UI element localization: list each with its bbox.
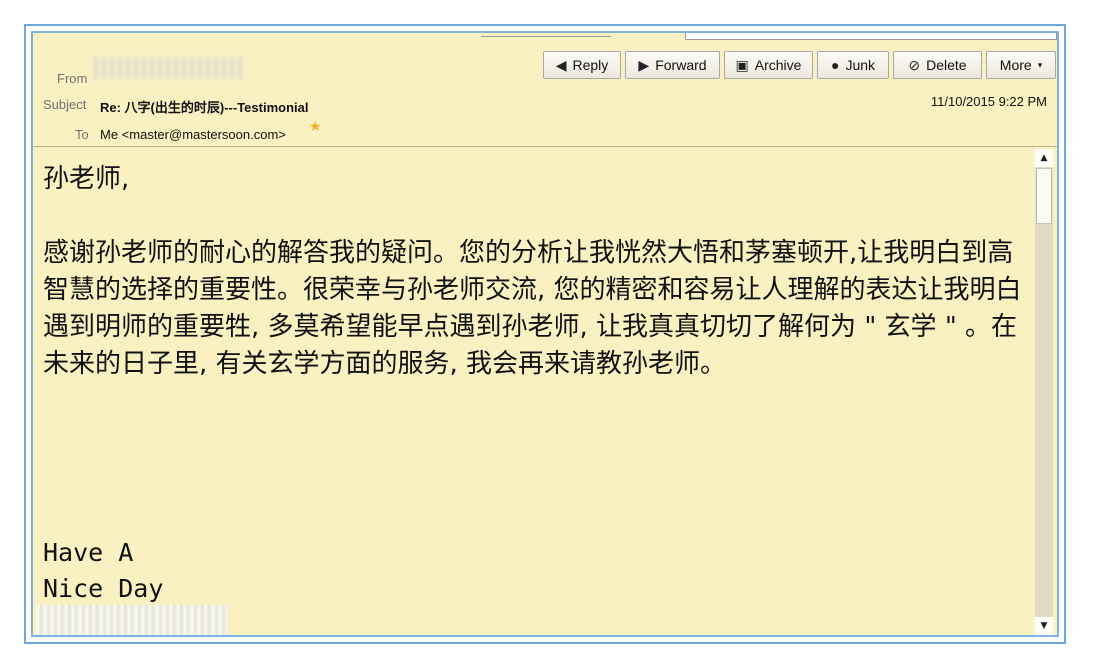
scroll-down-icon[interactable]: ▼ xyxy=(1035,617,1053,635)
forward-label: Forward xyxy=(655,57,707,73)
greeting-line: 孙老师, xyxy=(43,164,130,194)
delete-circle-icon: ⊘ xyxy=(908,56,921,73)
junk-label: Junk xyxy=(845,57,876,73)
from-label: From xyxy=(57,71,88,86)
to-address[interactable]: Me <master@mastersoon.com> xyxy=(100,127,286,142)
reply-arrow-icon: ◀ xyxy=(555,56,567,73)
signature-line-2: Nice Day xyxy=(43,574,164,603)
junk-button[interactable]: ● Junk xyxy=(817,51,889,79)
to-label: To xyxy=(75,127,89,142)
reply-button[interactable]: ◀ Reply xyxy=(543,51,621,79)
message-text: 孙老师, 感谢孙老师的耐心的解答我的疑问。您的分析让我恍然大悟和茅塞顿开,让我明… xyxy=(43,161,1033,383)
message-date: 11/10/2015 9:22 PM xyxy=(930,94,1047,109)
archive-label: Archive xyxy=(754,57,802,73)
more-label: More xyxy=(999,57,1032,73)
flame-icon: ● xyxy=(830,57,840,73)
signature-line-1: Have A xyxy=(43,538,134,567)
delete-button[interactable]: ⊘ Delete xyxy=(893,51,982,79)
body-paragraph: 感谢孙老师的耐心的解答我的疑问。您的分析让我恍然大悟和茅塞顿开,让我明白到高智慧… xyxy=(43,238,1022,379)
archive-box-icon: ▣ xyxy=(735,56,749,73)
more-button[interactable]: More ▾ xyxy=(986,51,1056,79)
subject-text: Re: 八字(出生的时辰)---Testimonial xyxy=(100,100,309,115)
message-body[interactable]: 孙老师, 感谢孙老师的耐心的解答我的疑问。您的分析让我恍然大悟和茅塞顿开,让我明… xyxy=(33,147,1034,635)
scroll-thumb[interactable] xyxy=(1036,168,1052,224)
forward-arrow-icon: ▶ xyxy=(638,56,650,73)
signature-redacted xyxy=(37,605,227,635)
dropdown-caret-icon: ▾ xyxy=(1037,59,1043,70)
vertical-scrollbar[interactable]: ▲ ▼ xyxy=(1035,149,1053,635)
delete-label: Delete xyxy=(926,57,967,73)
scroll-up-icon[interactable]: ▲ xyxy=(1035,149,1053,167)
forward-button[interactable]: ▶ Forward xyxy=(625,51,720,79)
subject-label: Subject xyxy=(43,97,87,112)
star-icon[interactable]: ★ xyxy=(309,119,322,135)
signature: Have A Nice Day xyxy=(43,535,163,607)
message-header: From Subject Re: 八字(出生的时辰)---Testimonial… xyxy=(33,33,1057,147)
archive-button[interactable]: ▣ Archive xyxy=(724,51,813,79)
screenshot-frame: From Subject Re: 八字(出生的时辰)---Testimonial… xyxy=(24,24,1066,644)
reply-label: Reply xyxy=(572,57,609,73)
from-value-redacted xyxy=(93,57,243,79)
email-viewer: From Subject Re: 八字(出生的时辰)---Testimonial… xyxy=(31,31,1059,637)
